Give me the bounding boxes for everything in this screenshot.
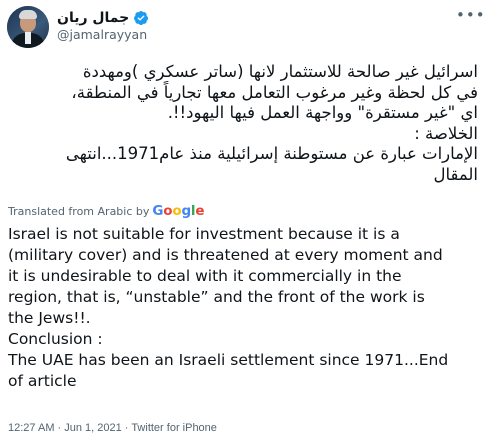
english-line: of article bbox=[8, 372, 77, 390]
arabic-line: اسرائيل غير صالحة للاستثمار لانها (ساتر … bbox=[82, 62, 478, 81]
tweet-text-translation: Israel is not suitable for investment be… bbox=[8, 224, 482, 392]
more-horizontal-icon[interactable]: ••• bbox=[456, 6, 485, 24]
author-name-row[interactable]: جمال ريان bbox=[57, 8, 149, 28]
english-line: it is undesirable to deal with it commer… bbox=[8, 267, 402, 285]
english-line: region, that is, “unstable” and the fron… bbox=[8, 288, 425, 306]
arabic-line: الخلاصة : bbox=[414, 123, 478, 143]
translated-label: Translated from Arabic by bbox=[8, 204, 150, 218]
english-line: The UAE has been an Israeli settlement s… bbox=[8, 351, 449, 369]
translation-attribution[interactable]: Translated from Arabic by Google bbox=[8, 203, 205, 219]
english-line: (military cover) and is threatened at ev… bbox=[8, 246, 443, 264]
tweet-timestamp[interactable]: 12:27 AM · Jun 1, 2021 · Twitter for iPh… bbox=[8, 422, 217, 434]
verified-badge-icon bbox=[134, 11, 149, 25]
arabic-line: اي "غير مستقرة" وواجهة العمل فيها اليهود… bbox=[167, 103, 478, 122]
arabic-line: المقال bbox=[433, 164, 478, 184]
google-logo: Google bbox=[152, 203, 205, 219]
avatar[interactable] bbox=[7, 6, 49, 48]
author-name[interactable]: جمال ريان bbox=[57, 10, 129, 26]
english-line: Israel is not suitable for investment be… bbox=[8, 225, 400, 243]
tweet-text-arabic: اسرائيل غير صالحة للاستثمار لانها (ساتر … bbox=[8, 62, 478, 185]
author-handle[interactable]: @jamalrayyan bbox=[57, 27, 147, 42]
tweet-header: جمال ريان @jamalrayyan ••• bbox=[0, 0, 486, 60]
english-line: the Jews!!. bbox=[8, 309, 91, 327]
english-line: Conclusion : bbox=[8, 330, 103, 348]
arabic-line: الإمارات عبارة عن مستوطنة إسرائيلية منذ … bbox=[65, 144, 478, 163]
arabic-line: في كل لحظة وغير مرغوب التعامل معها تجاري… bbox=[71, 82, 478, 102]
